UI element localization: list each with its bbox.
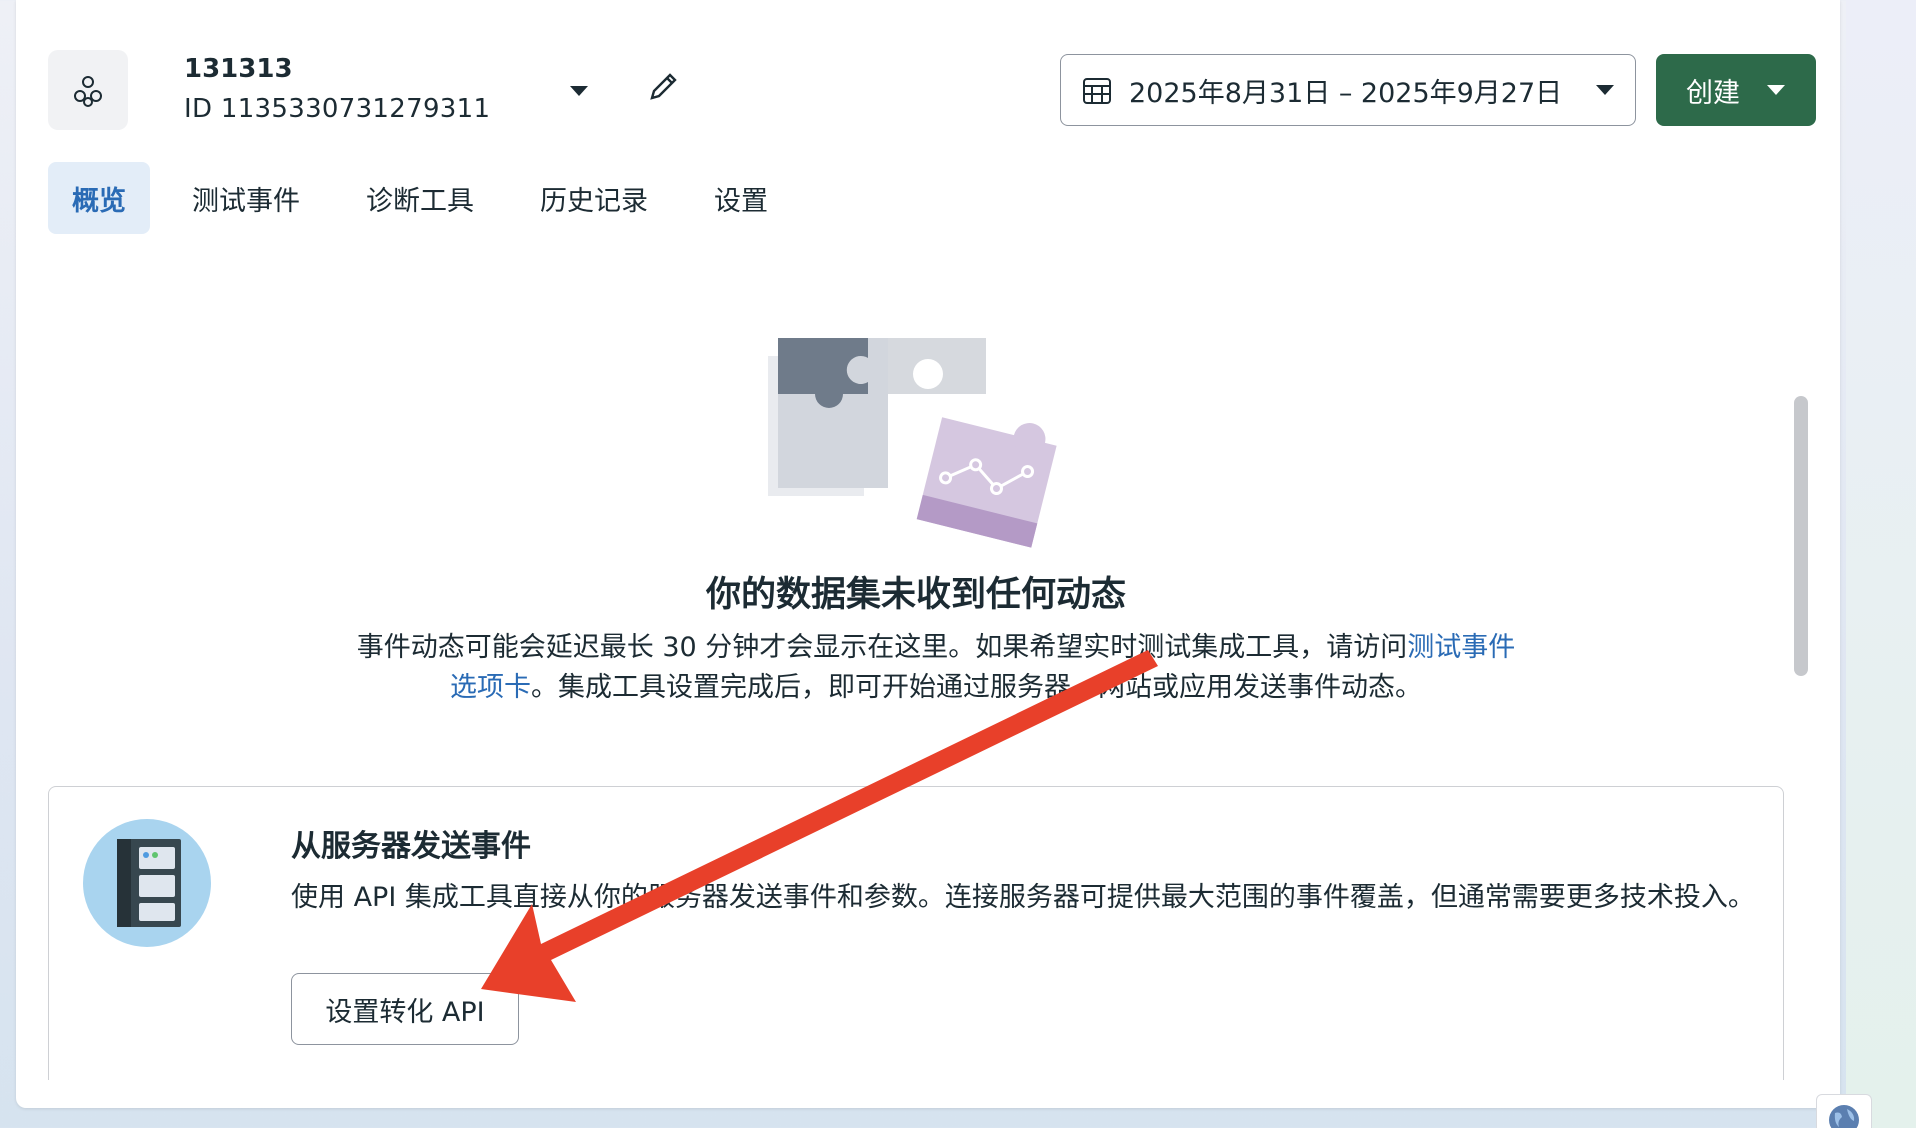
globe-icon (1829, 1105, 1859, 1128)
events-manager-panel: 131313 ID 1135330731279311 2025年8月31日 – … (16, 0, 1840, 1108)
dataset-name: 131313 (184, 54, 293, 84)
empty-state-text-end: 。集成工具设置完成后，即可开始通过服务器、网站或应用发送事件动态。 (531, 672, 1422, 703)
setup-conversions-api-button[interactable]: 设置转化 API (291, 973, 519, 1045)
server-card-title: 从服务器发送事件 (291, 829, 531, 864)
edit-name-button[interactable] (638, 62, 688, 112)
server-icon (83, 819, 211, 947)
tab-diagnostics[interactable]: 诊断工具 (342, 162, 498, 234)
tab-bar: 概览 测试事件 诊断工具 历史记录 设置 (48, 162, 810, 234)
empty-state-text: 事件动态可能会延迟最长 30 分钟才会显示在这里。如果希望实时测试集成工具，请访… (356, 632, 1408, 663)
overview-content: 你的数据集未收到任何动态 事件动态可能会延迟最长 30 分钟才会显示在这里。如果… (16, 338, 1808, 1108)
create-button[interactable]: 创建 (1656, 54, 1816, 126)
puzzle-illustration (768, 338, 1057, 548)
date-range-picker[interactable]: 2025年8月31日 – 2025年9月27日 (1060, 54, 1636, 126)
tab-settings[interactable]: 设置 (690, 162, 792, 234)
empty-state-title: 你的数据集未收到任何动态 (705, 575, 1126, 615)
dataset-id: ID 1135330731279311 (184, 94, 491, 124)
dataset-icon (48, 50, 128, 130)
scrollbar-thumb[interactable] (1794, 396, 1808, 676)
dataset-switcher-dropdown[interactable] (562, 76, 596, 106)
caret-down-icon (570, 86, 588, 96)
date-range-text: 2025年8月31日 – 2025年9月27日 (1129, 77, 1563, 109)
pencil-icon (650, 73, 677, 100)
tab-overview[interactable]: 概览 (48, 162, 150, 234)
tab-history[interactable]: 历史记录 (516, 162, 672, 234)
caret-down-icon (1596, 85, 1614, 95)
caret-down-icon (1767, 85, 1785, 95)
empty-state-description: 事件动态可能会延迟最长 30 分钟才会显示在这里。如果希望实时测试集成工具，请访… (356, 628, 1516, 708)
window-background (1846, 0, 1916, 1128)
calendar-icon (1083, 78, 1111, 104)
language-button[interactable] (1816, 1094, 1872, 1128)
server-card-description: 使用 API 集成工具直接从你的服务器发送事件和参数。连接服务器可提供最大范围的… (291, 882, 1755, 913)
tab-test-events[interactable]: 测试事件 (168, 162, 324, 234)
server-events-card: 从服务器发送事件 使用 API 集成工具直接从你的服务器发送事件和参数。连接服务… (48, 786, 1784, 1080)
create-button-label: 创建 (1686, 77, 1740, 109)
